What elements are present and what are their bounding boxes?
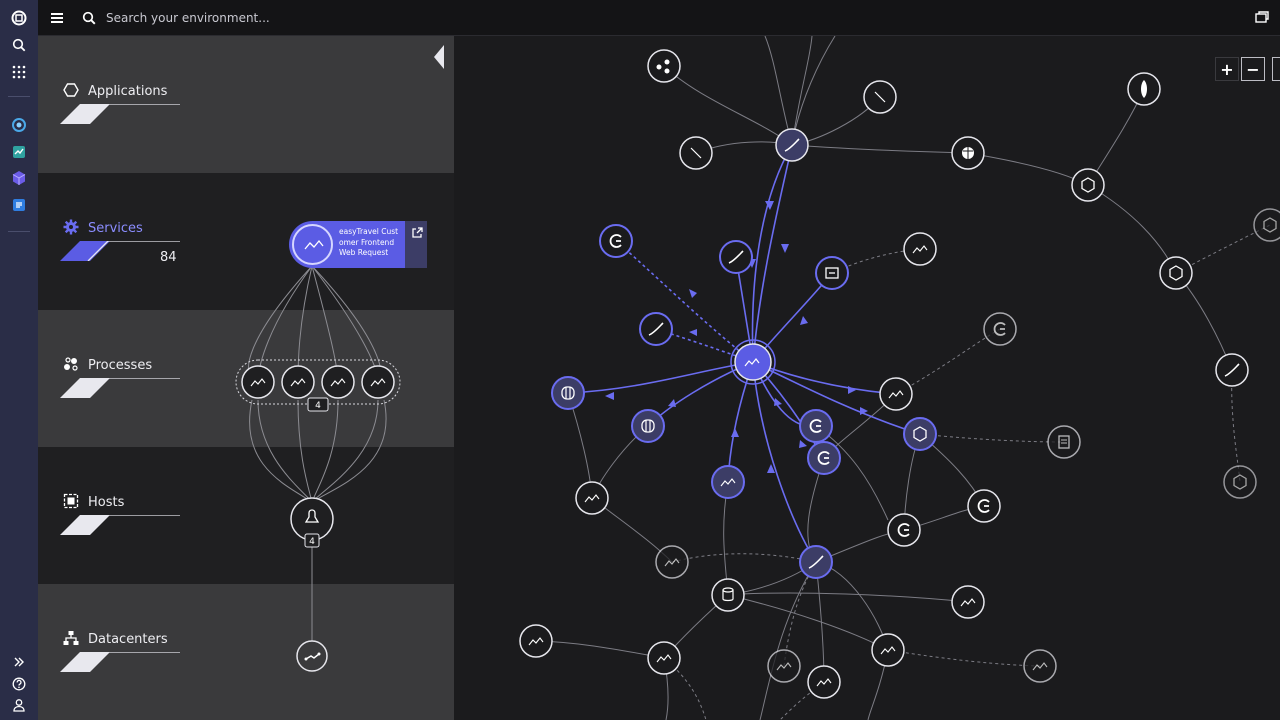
topology-svg [519, 35, 1280, 720]
graph-node[interactable] [903, 232, 937, 266]
zoom-in-button[interactable]: + [1215, 57, 1239, 81]
graph-node[interactable] [631, 409, 665, 443]
apps-grid-icon[interactable] [9, 62, 29, 82]
menu-icon[interactable] [48, 9, 66, 27]
process-count-badge: 4 [315, 401, 321, 411]
graph-node[interactable] [679, 136, 713, 170]
graph-node[interactable] [1223, 465, 1257, 499]
smartscape-graph[interactable] [454, 35, 1280, 720]
process-node[interactable] [321, 365, 355, 399]
dynatrace-logo-icon[interactable] [9, 8, 29, 28]
process-node[interactable] [281, 365, 315, 399]
graph-node[interactable] [871, 633, 905, 667]
graph-node[interactable] [1023, 649, 1057, 683]
graph-node[interactable] [711, 578, 745, 612]
zoom-reset-button[interactable] [1272, 57, 1280, 81]
graph-node[interactable] [951, 585, 985, 619]
cube-icon[interactable] [9, 168, 29, 188]
layer-panel: Applications Services 84 Processes Hosts… [38, 36, 454, 720]
graph-node[interactable] [1253, 208, 1280, 242]
graph-node[interactable] [799, 545, 833, 579]
graph-node[interactable] [575, 481, 609, 515]
search-icon[interactable] [9, 35, 29, 55]
graph-node[interactable] [1047, 425, 1081, 459]
rail-divider [8, 96, 30, 97]
graph-node[interactable] [1127, 72, 1161, 106]
user-icon[interactable] [9, 695, 29, 715]
graph-node[interactable] [807, 441, 841, 475]
service-node-icon [292, 224, 333, 265]
top-bar [38, 0, 1280, 36]
graph-node[interactable] [647, 49, 681, 83]
process-node[interactable] [241, 365, 275, 399]
graph-node[interactable] [863, 80, 897, 114]
graph-node[interactable] [1159, 256, 1193, 290]
graph-node[interactable] [730, 339, 776, 385]
graph-node[interactable] [519, 624, 553, 658]
graph-node[interactable] [887, 513, 921, 547]
graph-node[interactable] [815, 256, 849, 290]
graph-node[interactable] [807, 665, 841, 699]
search-icon [82, 11, 96, 25]
graph-node[interactable] [719, 240, 753, 274]
graph-node[interactable] [599, 224, 633, 258]
selected-service-card[interactable]: easyTravel Customer Frontend Web Request [289, 221, 427, 268]
datacenter-node[interactable] [296, 640, 328, 672]
graph-node[interactable] [711, 465, 745, 499]
dashboard-icon[interactable] [9, 142, 29, 162]
graph-node[interactable] [551, 376, 585, 410]
rail-divider [8, 231, 30, 232]
graph-node[interactable] [1215, 353, 1249, 387]
process-node[interactable] [361, 365, 395, 399]
host-count-badge: 4 [309, 537, 315, 547]
search-input[interactable] [106, 11, 626, 25]
graph-node[interactable] [647, 641, 681, 675]
vertical-stack-graph: 4 4 [235, 265, 401, 672]
service-name: easyTravel Customer Frontend Web Request [339, 227, 399, 257]
notebooks-icon[interactable] [9, 195, 29, 215]
graph-node[interactable] [879, 377, 913, 411]
graph-node[interactable] [1071, 168, 1105, 202]
left-rail [0, 0, 38, 720]
graph-node[interactable] [799, 409, 833, 443]
infrastructure-icon[interactable] [9, 115, 29, 135]
graph-node[interactable] [775, 128, 809, 162]
graph-node[interactable] [951, 136, 985, 170]
graph-node[interactable] [767, 649, 801, 683]
zoom-out-button[interactable]: − [1241, 57, 1265, 81]
expand-icon[interactable] [9, 652, 29, 672]
graph-node[interactable] [639, 312, 673, 346]
graph-node[interactable] [655, 545, 689, 579]
external-link-icon[interactable] [411, 227, 423, 239]
smartscape-app: Applications Services 84 Processes Hosts… [0, 0, 1280, 720]
windows-icon[interactable] [1254, 9, 1272, 27]
graph-node[interactable] [903, 417, 937, 451]
search-box[interactable] [82, 6, 642, 30]
help-icon[interactable] [9, 674, 29, 694]
graph-node[interactable] [967, 489, 1001, 523]
graph-node[interactable] [983, 312, 1017, 346]
